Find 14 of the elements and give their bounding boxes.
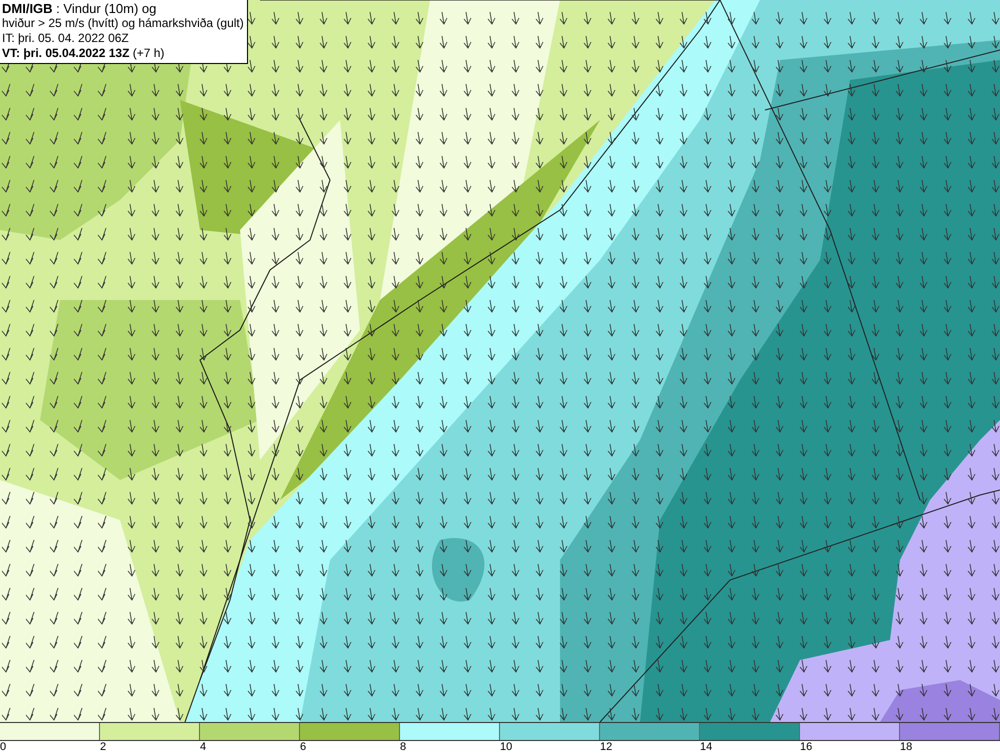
legend-label: 12 — [600, 741, 612, 753]
legend-label: 2 — [100, 741, 106, 753]
legend-label: 10 — [500, 741, 512, 753]
legend-label: 16 — [800, 741, 812, 753]
title-line: hviður > 25 m/s (hvítt) og hámarkshviða (gult) — [2, 16, 244, 31]
legend-label: 6 — [300, 741, 306, 753]
title-line: VT: þri. 05.04.2022 13Z (+7 h) — [2, 46, 166, 61]
legend-label: 8 — [400, 741, 406, 753]
legend-label: 0 — [0, 741, 6, 753]
title-line: DMI/IGB : Vindur (10m) og — [2, 1, 158, 16]
title-line: IT: þri. 05. 04. 2022 06Z — [2, 31, 130, 46]
legend-label: 18 — [900, 741, 912, 753]
legend-label: 4 — [200, 741, 206, 753]
legend-label: 14 — [700, 741, 712, 753]
